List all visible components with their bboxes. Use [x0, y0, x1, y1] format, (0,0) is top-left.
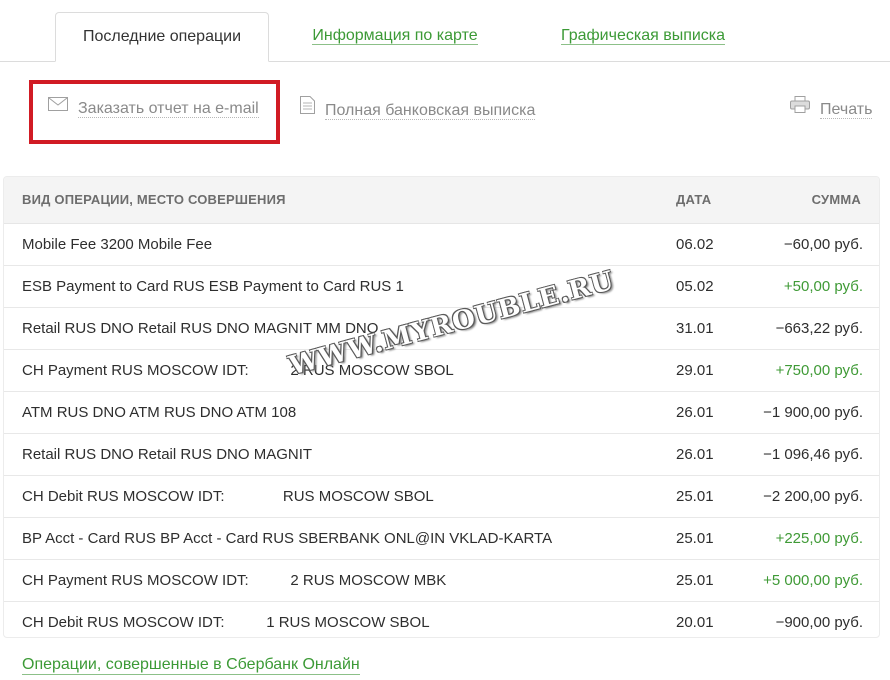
operation-description: BP Acct - Card RUS BP Acct - Card RUS SB… — [22, 530, 553, 547]
operation-amount: +750,00 руб. — [775, 362, 863, 379]
operation-date: 25.01 — [676, 488, 714, 505]
envelope-icon — [48, 96, 68, 118]
operation-description: CH Payment RUS MOSCOW IDT: 2 RUS MOSCOW … — [22, 362, 454, 379]
operation-description: Retail RUS DNO Retail RUS DNO MAGNIT — [22, 446, 313, 463]
operation-description: CH Debit RUS MOSCOW IDT: RUS MOSCOW SBOL — [22, 488, 434, 505]
operation-amount: −1 096,46 руб. — [763, 446, 863, 463]
operation-description: ESB Payment to Card RUS ESB Payment to C… — [22, 278, 404, 295]
operation-amount: +50,00 руб. — [783, 278, 863, 295]
table-row[interactable]: ATM RUS DNO ATM RUS DNO ATM 108 26.01 −1… — [4, 392, 879, 434]
operation-description: CH Debit RUS MOSCOW IDT: 1 RUS MOSCOW SB… — [22, 614, 430, 631]
operation-date: 25.01 — [676, 572, 714, 589]
table-row[interactable]: Retail RUS DNO Retail RUS DNO MAGNIT MM … — [4, 308, 879, 350]
full-statement-link[interactable]: Полная банковская выписка — [300, 96, 536, 121]
operation-description: Retail RUS DNO Retail RUS DNO MAGNIT MM … — [22, 320, 379, 337]
full-statement-label: Полная банковская выписка — [325, 101, 536, 120]
table-row[interactable]: Retail RUS DNO Retail RUS DNO MAGNIT 26.… — [4, 434, 879, 476]
printer-icon — [790, 96, 810, 120]
operation-description: Mobile Fee 3200 Mobile Fee — [22, 236, 213, 253]
operation-description: CH Payment RUS MOSCOW IDT: 2 RUS MOSCOW … — [22, 572, 447, 589]
table-row[interactable]: ESB Payment to Card RUS ESB Payment to C… — [4, 266, 879, 308]
sberbank-online-operations-link[interactable]: Операции, совершенные в Сбербанк Онлайн — [22, 655, 360, 675]
operations-table: ВИД ОПЕРАЦИИ, МЕСТО СОВЕРШЕНИЯ ДАТА СУММ… — [3, 176, 880, 638]
operation-amount: −2 200,00 руб. — [763, 488, 863, 505]
operation-date: 06.02 — [676, 236, 714, 253]
operation-date: 26.01 — [676, 446, 714, 463]
operation-date: 20.01 — [676, 614, 714, 631]
operation-date: 26.01 — [676, 404, 714, 421]
table-row[interactable]: CH Payment RUS MOSCOW IDT: 2 RUS MOSCOW … — [4, 350, 879, 392]
tab-graphic-statement[interactable]: Графическая выписка — [548, 12, 738, 62]
print-link[interactable]: Печать — [790, 96, 873, 120]
operation-date: 25.01 — [676, 530, 714, 547]
tab-card-info-label: Информация по карте — [312, 27, 478, 45]
operation-description: ATM RUS DNO ATM RUS DNO ATM 108 — [22, 404, 297, 421]
operation-date: 29.01 — [676, 362, 714, 379]
email-report-label: Заказать отчет на e-mail — [78, 100, 259, 119]
table-row[interactable]: BP Acct - Card RUS BP Acct - Card RUS SB… — [4, 518, 879, 560]
table-row[interactable]: Mobile Fee 3200 Mobile Fee 06.02 −60,00 … — [4, 224, 879, 266]
operation-amount: −1 900,00 руб. — [763, 404, 863, 421]
tab-bar: Последние операции Информация по карте Г… — [0, 0, 890, 62]
tab-card-info[interactable]: Информация по карте — [300, 12, 490, 62]
action-toolbar: Заказать отчет на e-mail Полная банковск… — [0, 80, 890, 150]
table-row[interactable]: CH Debit RUS MOSCOW IDT: RUS MOSCOW SBOL… — [4, 476, 879, 518]
header-description: ВИД ОПЕРАЦИИ, МЕСТО СОВЕРШЕНИЯ — [22, 192, 286, 207]
table-row[interactable]: CH Payment RUS MOSCOW IDT: 2 RUS MOSCOW … — [4, 560, 879, 602]
document-icon — [300, 96, 315, 121]
email-report-link[interactable]: Заказать отчет на e-mail — [48, 96, 259, 120]
tab-graphic-statement-label: Графическая выписка — [560, 27, 726, 45]
operation-amount: +225,00 руб. — [775, 530, 863, 547]
header-amount: СУММА — [811, 192, 861, 207]
operation-amount: −663,22 руб. — [775, 320, 863, 337]
table-row[interactable]: CH Debit RUS MOSCOW IDT: 1 RUS MOSCOW SB… — [4, 602, 879, 637]
operation-date: 31.01 — [676, 320, 714, 337]
operation-amount: +5 000,00 руб. — [763, 572, 863, 589]
operation-amount: −60,00 руб. — [783, 236, 863, 253]
operation-amount: −900,00 руб. — [775, 614, 863, 631]
print-label: Печать — [820, 101, 873, 120]
header-date: ДАТА — [676, 192, 712, 207]
table-header: ВИД ОПЕРАЦИИ, МЕСТО СОВЕРШЕНИЯ ДАТА СУММ… — [4, 177, 879, 224]
operation-date: 05.02 — [676, 278, 714, 295]
tab-recent-operations[interactable]: Последние операции — [55, 12, 269, 62]
